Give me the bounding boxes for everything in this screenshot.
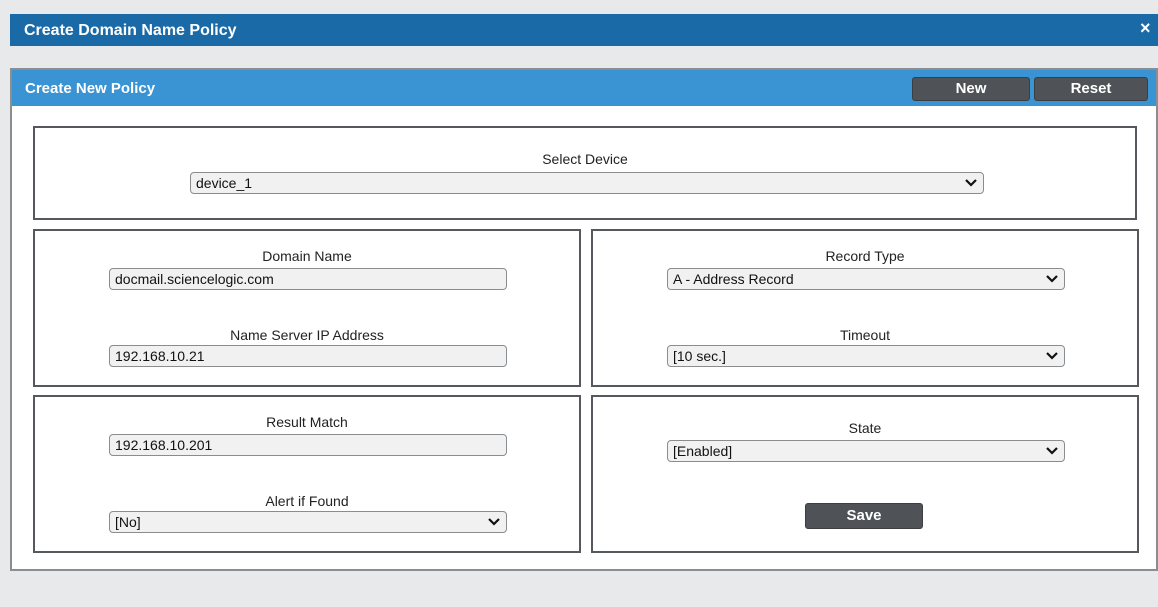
dialog-titlebar: Create Domain Name Policy × xyxy=(10,14,1158,46)
result-section: Result Match 192.168.10.201 Alert if Fou… xyxy=(33,395,581,553)
state-section: State [Enabled] Save xyxy=(591,395,1139,553)
name-server-ip-input[interactable]: 192.168.10.21 xyxy=(109,345,507,367)
select-device-dropdown[interactable]: device_1 xyxy=(190,172,984,194)
close-icon[interactable]: × xyxy=(1140,18,1158,42)
chevron-down-icon xyxy=(1046,447,1058,455)
chevron-down-icon xyxy=(1046,275,1058,283)
select-device-label: Select Device xyxy=(542,151,628,167)
save-button[interactable]: Save xyxy=(805,503,923,529)
panel-title: Create New Policy xyxy=(25,80,156,97)
domain-section: Domain Name docmail.sciencelogic.com Nam… xyxy=(33,229,581,387)
state-value: [Enabled] xyxy=(673,443,733,459)
select-device-value: device_1 xyxy=(196,175,253,191)
state-label: State xyxy=(848,420,882,436)
record-type-dropdown[interactable]: A - Address Record xyxy=(667,268,1065,290)
chevron-down-icon xyxy=(488,518,500,526)
name-server-ip-value: 192.168.10.21 xyxy=(115,348,205,364)
dialog-title: Create Domain Name Policy xyxy=(24,22,237,39)
alert-if-found-label: Alert if Found xyxy=(265,493,349,509)
panel-header: Create New Policy New Reset xyxy=(12,70,1156,106)
select-device-section: Select Device device_1 xyxy=(33,126,1137,220)
result-match-label: Result Match xyxy=(266,414,348,430)
record-type-label: Record Type xyxy=(825,248,905,264)
domain-name-label: Domain Name xyxy=(262,248,352,264)
create-policy-panel: Create New Policy New Reset Select Devic… xyxy=(10,68,1158,571)
alert-if-found-value: [No] xyxy=(115,514,141,530)
chevron-down-icon xyxy=(965,179,977,187)
result-match-value: 192.168.10.201 xyxy=(115,437,213,453)
alert-if-found-dropdown[interactable]: [No] xyxy=(109,511,507,533)
chevron-down-icon xyxy=(1046,352,1058,360)
domain-name-input[interactable]: docmail.sciencelogic.com xyxy=(109,268,507,290)
new-button[interactable]: New xyxy=(912,77,1030,101)
record-type-value: A - Address Record xyxy=(673,271,794,287)
state-dropdown[interactable]: [Enabled] xyxy=(667,440,1065,462)
timeout-label: Timeout xyxy=(839,327,891,343)
result-match-input[interactable]: 192.168.10.201 xyxy=(109,434,507,456)
record-section: Record Type A - Address Record Timeout [… xyxy=(591,229,1139,387)
reset-button[interactable]: Reset xyxy=(1034,77,1148,101)
timeout-dropdown[interactable]: [10 sec.] xyxy=(667,345,1065,367)
domain-name-value: docmail.sciencelogic.com xyxy=(115,271,274,287)
name-server-ip-label: Name Server IP Address xyxy=(230,327,384,343)
timeout-value: [10 sec.] xyxy=(673,348,726,364)
